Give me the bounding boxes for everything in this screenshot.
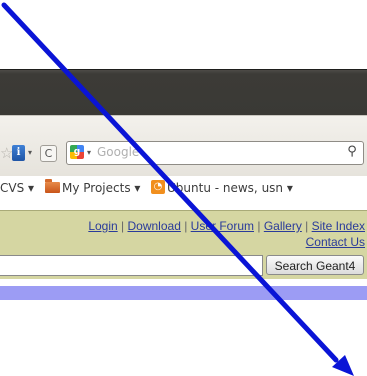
user-forum-link[interactable]: User Forum xyxy=(191,219,254,233)
link-separator: | xyxy=(254,219,264,233)
chevron-down-icon: ▾ xyxy=(134,181,141,195)
rss-icon: ◔ xyxy=(151,180,165,194)
arrow-head-icon xyxy=(332,355,354,376)
window-titlebar xyxy=(0,69,367,116)
search-geant4-button[interactable]: Search Geant4 xyxy=(266,255,364,275)
gallery-link[interactable]: Gallery xyxy=(264,219,302,233)
link-separator: | xyxy=(301,219,312,233)
contact-us-link[interactable]: Contact Us xyxy=(306,235,365,249)
link-separator: | xyxy=(117,219,128,233)
bookmark-ubuntu-news[interactable]: Ubuntu - news, usn ▾ xyxy=(167,180,293,196)
site-search-field[interactable] xyxy=(0,255,263,276)
top-links: Login | Download | User Forum | Gallery … xyxy=(88,218,365,250)
link-separator: | xyxy=(180,219,191,233)
menu-bar xyxy=(0,286,367,300)
reload-button[interactable]: C xyxy=(40,145,57,162)
chevron-down-icon: ▾ xyxy=(28,181,35,195)
chevron-down-icon: ▾ xyxy=(286,181,293,195)
search-icon[interactable]: ⚲ xyxy=(344,144,360,160)
chevron-down-icon[interactable]: ▾ xyxy=(28,148,32,157)
folder-icon xyxy=(45,179,60,193)
download-link[interactable]: Download xyxy=(128,219,181,233)
search-engine-dropdown-icon[interactable]: ▾ xyxy=(87,148,91,157)
site-identity-icon[interactable]: i xyxy=(12,145,25,161)
bookmark-label: CVS xyxy=(0,181,25,195)
search-placeholder: Google xyxy=(97,145,140,159)
bookmark-my-projects[interactable]: My Projects ▾ xyxy=(62,180,140,196)
login-link[interactable]: Login xyxy=(88,219,117,233)
site-index-link[interactable]: Site Index xyxy=(312,219,365,233)
bookmark-label: Ubuntu - news, usn xyxy=(167,181,284,195)
bookmark-label: My Projects xyxy=(62,181,131,195)
search-engine-icon[interactable]: g xyxy=(70,145,84,159)
bookmark-cvs[interactable]: CVS ▾ xyxy=(0,180,34,196)
